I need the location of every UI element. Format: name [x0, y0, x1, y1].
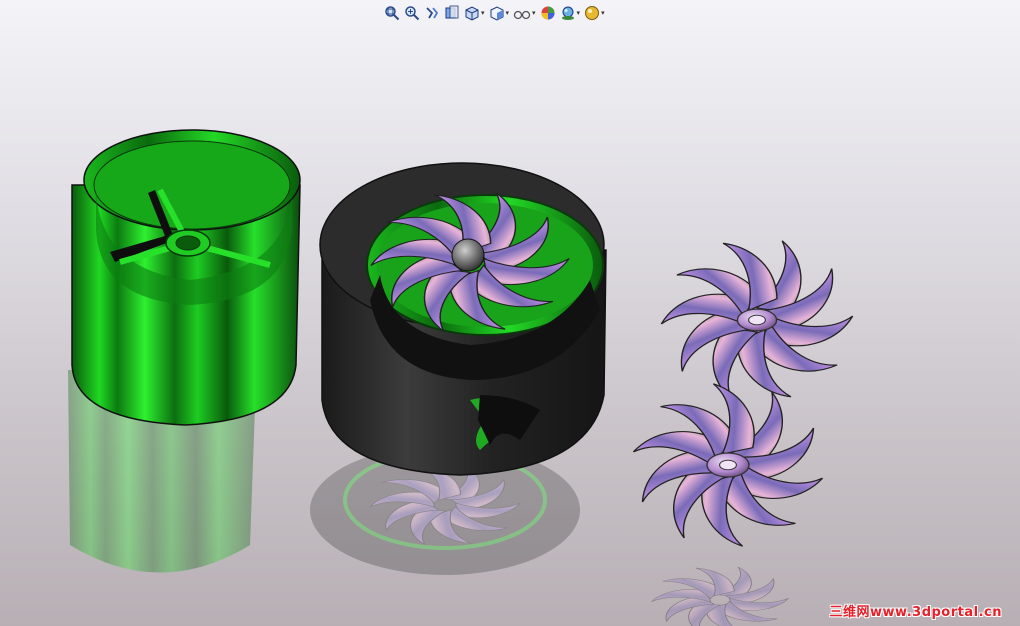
hide-show-items-icon: [513, 10, 531, 20]
view-settings-button[interactable]: ▾: [584, 5, 605, 21]
view-settings-caret: ▾: [601, 8, 605, 17]
black-shroud-assembly[interactable]: [319, 162, 607, 476]
apply-scene-icon: [561, 6, 574, 20]
previous-view-icon: [426, 7, 439, 19]
section-view-icon: [445, 5, 459, 19]
heads-up-view-toolbar: ▾ ▾ ▾ ▾ ▾: [384, 3, 605, 23]
zoom-to-fit-button[interactable]: [384, 5, 400, 21]
edit-appearance-icon: [541, 6, 555, 20]
view-settings-icon: [585, 6, 600, 20]
view-orientation-button[interactable]: ▾: [464, 5, 485, 21]
hide-show-items-button[interactable]: ▾: [513, 5, 536, 21]
edit-appearance-button[interactable]: [540, 5, 556, 21]
fan-rotor-upper[interactable]: [656, 234, 859, 406]
display-style-button[interactable]: ▾: [489, 5, 510, 21]
spinner-dome: [451, 238, 485, 272]
display-style-caret: ▾: [505, 8, 510, 17]
green-housing-cylinder[interactable]: [71, 129, 301, 426]
view-orientation-icon: [465, 6, 479, 21]
apply-scene-caret: ▾: [576, 8, 581, 17]
display-style-icon: [490, 6, 504, 21]
section-view-button[interactable]: [444, 5, 460, 21]
watermark-text: 三维网www.3dportal.cn: [829, 605, 1002, 620]
3d-viewport[interactable]: [0, 0, 1020, 626]
previous-view-button[interactable]: [424, 5, 440, 21]
zoom-to-fit-icon: [385, 6, 400, 21]
hide-show-items-caret: ▾: [532, 8, 536, 17]
zoom-to-area-icon: [405, 6, 420, 21]
view-orientation-caret: ▾: [481, 8, 485, 17]
fan-rotor-lower[interactable]: [608, 363, 848, 568]
zoom-to-area-button[interactable]: [404, 5, 420, 21]
apply-scene-button[interactable]: ▾: [560, 5, 581, 21]
